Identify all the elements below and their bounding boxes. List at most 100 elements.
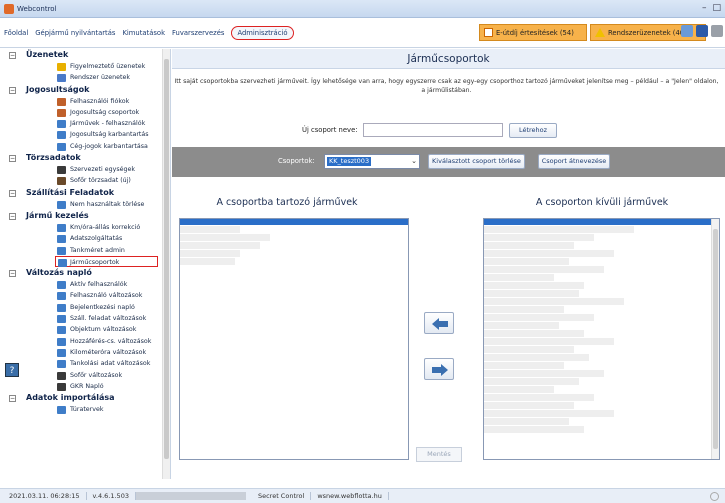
- list-item[interactable]: [484, 290, 579, 297]
- collapse-icon[interactable]: −: [9, 52, 16, 59]
- minimize-icon[interactable]: –: [702, 3, 707, 13]
- sidebar-item[interactable]: Sofőr törzsadat (új): [0, 175, 170, 186]
- gear-icon[interactable]: [711, 25, 723, 37]
- list-item[interactable]: [484, 346, 574, 353]
- sidebar-scrollbar[interactable]: [162, 49, 170, 479]
- list-item[interactable]: [484, 226, 634, 233]
- sidebar-scroll-thumb[interactable]: [164, 59, 169, 459]
- list-item[interactable]: [484, 410, 614, 417]
- list-item[interactable]: [484, 250, 614, 257]
- sidebar-item[interactable]: Adatszolgáltatás: [0, 233, 170, 244]
- list-item[interactable]: [180, 226, 240, 233]
- move-to-group-button[interactable]: [424, 312, 454, 334]
- eroad-notifications-label: E-útdíj értesítések (54): [496, 28, 574, 37]
- list-item[interactable]: [484, 418, 569, 425]
- list-item[interactable]: [484, 274, 554, 281]
- save-button[interactable]: Mentés: [416, 447, 462, 462]
- out-group-scroll-thumb[interactable]: [713, 229, 718, 449]
- list-item[interactable]: [484, 258, 569, 265]
- refresh-icon[interactable]: [681, 25, 693, 37]
- group-select[interactable]: KK_teszt003 ⌄: [324, 154, 420, 169]
- collapse-icon[interactable]: −: [9, 86, 16, 94]
- sidebar-section[interactable]: − Változás napló: [0, 267, 170, 279]
- menu-reports[interactable]: Kimutatások: [122, 29, 165, 37]
- form-icon: [57, 120, 66, 129]
- list-item[interactable]: [484, 298, 624, 305]
- delete-group-button[interactable]: Kiválasztott csoport törlése: [428, 154, 525, 169]
- list-item-selected[interactable]: [484, 219, 712, 225]
- sidebar-item[interactable]: Száll. feladat változások: [0, 313, 170, 324]
- window-icon[interactable]: [696, 25, 708, 37]
- list-item[interactable]: [484, 402, 574, 409]
- list-item[interactable]: [484, 314, 594, 321]
- new-group-name-input[interactable]: [363, 123, 503, 137]
- sidebar-item[interactable]: Aktív felhasználók: [0, 279, 170, 290]
- list-item[interactable]: [484, 322, 559, 329]
- list-item[interactable]: [484, 266, 604, 273]
- collapse-icon[interactable]: −: [9, 395, 16, 403]
- list-item[interactable]: [484, 426, 584, 433]
- list-item[interactable]: [484, 394, 594, 401]
- sidebar-item[interactable]: Figyelmeztető üzenetek: [0, 61, 170, 72]
- sidebar-item[interactable]: Felhasználó változások: [0, 290, 170, 301]
- sidebar-item[interactable]: Szervezeti egységek: [0, 164, 170, 175]
- out-group-scrollbar[interactable]: [711, 219, 719, 459]
- list-item[interactable]: [484, 234, 594, 241]
- sidebar-section[interactable]: − Törzsadatok: [0, 152, 170, 164]
- eroad-notifications-button[interactable]: E-útdíj értesítések (54): [479, 24, 587, 41]
- collapse-icon[interactable]: −: [9, 212, 16, 220]
- sidebar-item[interactable]: Objektum változások: [0, 324, 170, 335]
- create-group-button[interactable]: Létrehoz: [509, 123, 557, 138]
- sidebar-item[interactable]: GKR Napló: [0, 381, 170, 392]
- rename-group-button[interactable]: Csoport átnevezése: [538, 154, 610, 169]
- remove-from-group-button[interactable]: [424, 358, 454, 380]
- sidebar-item[interactable]: Tankolási adat változások: [0, 358, 170, 369]
- sidebar-section[interactable]: − Jogosultságok: [0, 84, 170, 96]
- sidebar-item[interactable]: Bejelentkezési napló: [0, 302, 170, 313]
- collapse-icon[interactable]: −: [9, 270, 16, 278]
- collapse-icon[interactable]: −: [9, 155, 16, 163]
- menu-administration[interactable]: Adminisztráció: [231, 25, 294, 40]
- list-item[interactable]: [180, 250, 240, 257]
- sidebar-item[interactable]: Járműcsoportok: [55, 255, 158, 268]
- sidebar-section[interactable]: − Üzenetek: [0, 49, 170, 61]
- sidebar-item[interactable]: Hozzáférés-cs. változások: [0, 336, 170, 347]
- sidebar-item[interactable]: Km/óra-állás korrekció: [0, 222, 170, 233]
- sidebar-item[interactable]: Rendszer üzenetek: [0, 72, 170, 83]
- list-item[interactable]: [180, 242, 260, 249]
- list-item[interactable]: [484, 242, 574, 249]
- sidebar-section[interactable]: − Jármű kezelés: [0, 210, 170, 222]
- sidebar-item[interactable]: Felhasználói fiókok: [0, 96, 170, 107]
- list-item[interactable]: [484, 386, 554, 393]
- list-item[interactable]: [484, 330, 584, 337]
- sidebar-item[interactable]: Tankméret admin: [0, 245, 170, 256]
- sidebar-item[interactable]: Kilométeróra változások: [0, 347, 170, 358]
- list-item[interactable]: [484, 378, 579, 385]
- list-item-selected[interactable]: [180, 219, 408, 225]
- list-item[interactable]: [180, 234, 270, 241]
- collapse-icon[interactable]: −: [9, 189, 16, 197]
- sidebar-item[interactable]: Sofőr változások: [0, 370, 170, 381]
- sidebar-item[interactable]: Túratervek: [0, 404, 170, 415]
- list-item[interactable]: [484, 338, 614, 345]
- sidebar-item[interactable]: Nem használtak törlése: [0, 199, 170, 210]
- out-group-listbox[interactable]: [483, 218, 720, 460]
- list-item[interactable]: [484, 306, 564, 313]
- list-item[interactable]: [180, 258, 235, 265]
- sidebar-item[interactable]: Cég-jogok karbantartása: [0, 141, 170, 152]
- maximize-icon[interactable]: □: [712, 3, 721, 13]
- sidebar-section[interactable]: − Adatok importálása: [0, 392, 170, 404]
- help-icon[interactable]: ?: [5, 363, 19, 377]
- list-item[interactable]: [484, 370, 604, 377]
- list-item[interactable]: [484, 354, 589, 361]
- list-item[interactable]: [484, 362, 564, 369]
- sidebar-item[interactable]: Jogosultság csoportok: [0, 107, 170, 118]
- in-group-listbox[interactable]: [179, 218, 409, 460]
- sidebar-item[interactable]: Járművek - felhasználók: [0, 118, 170, 129]
- menu-home[interactable]: Főoldal: [4, 29, 28, 37]
- list-item[interactable]: [484, 282, 584, 289]
- sidebar-section[interactable]: − Szállítási Feladatok: [0, 187, 170, 199]
- sidebar-item[interactable]: Jogosultság karbantartás: [0, 129, 170, 140]
- menu-vehicle-registry[interactable]: Gépjármű nyilvántartás: [35, 29, 115, 37]
- menu-freight[interactable]: Fuvarszervezés: [172, 29, 224, 37]
